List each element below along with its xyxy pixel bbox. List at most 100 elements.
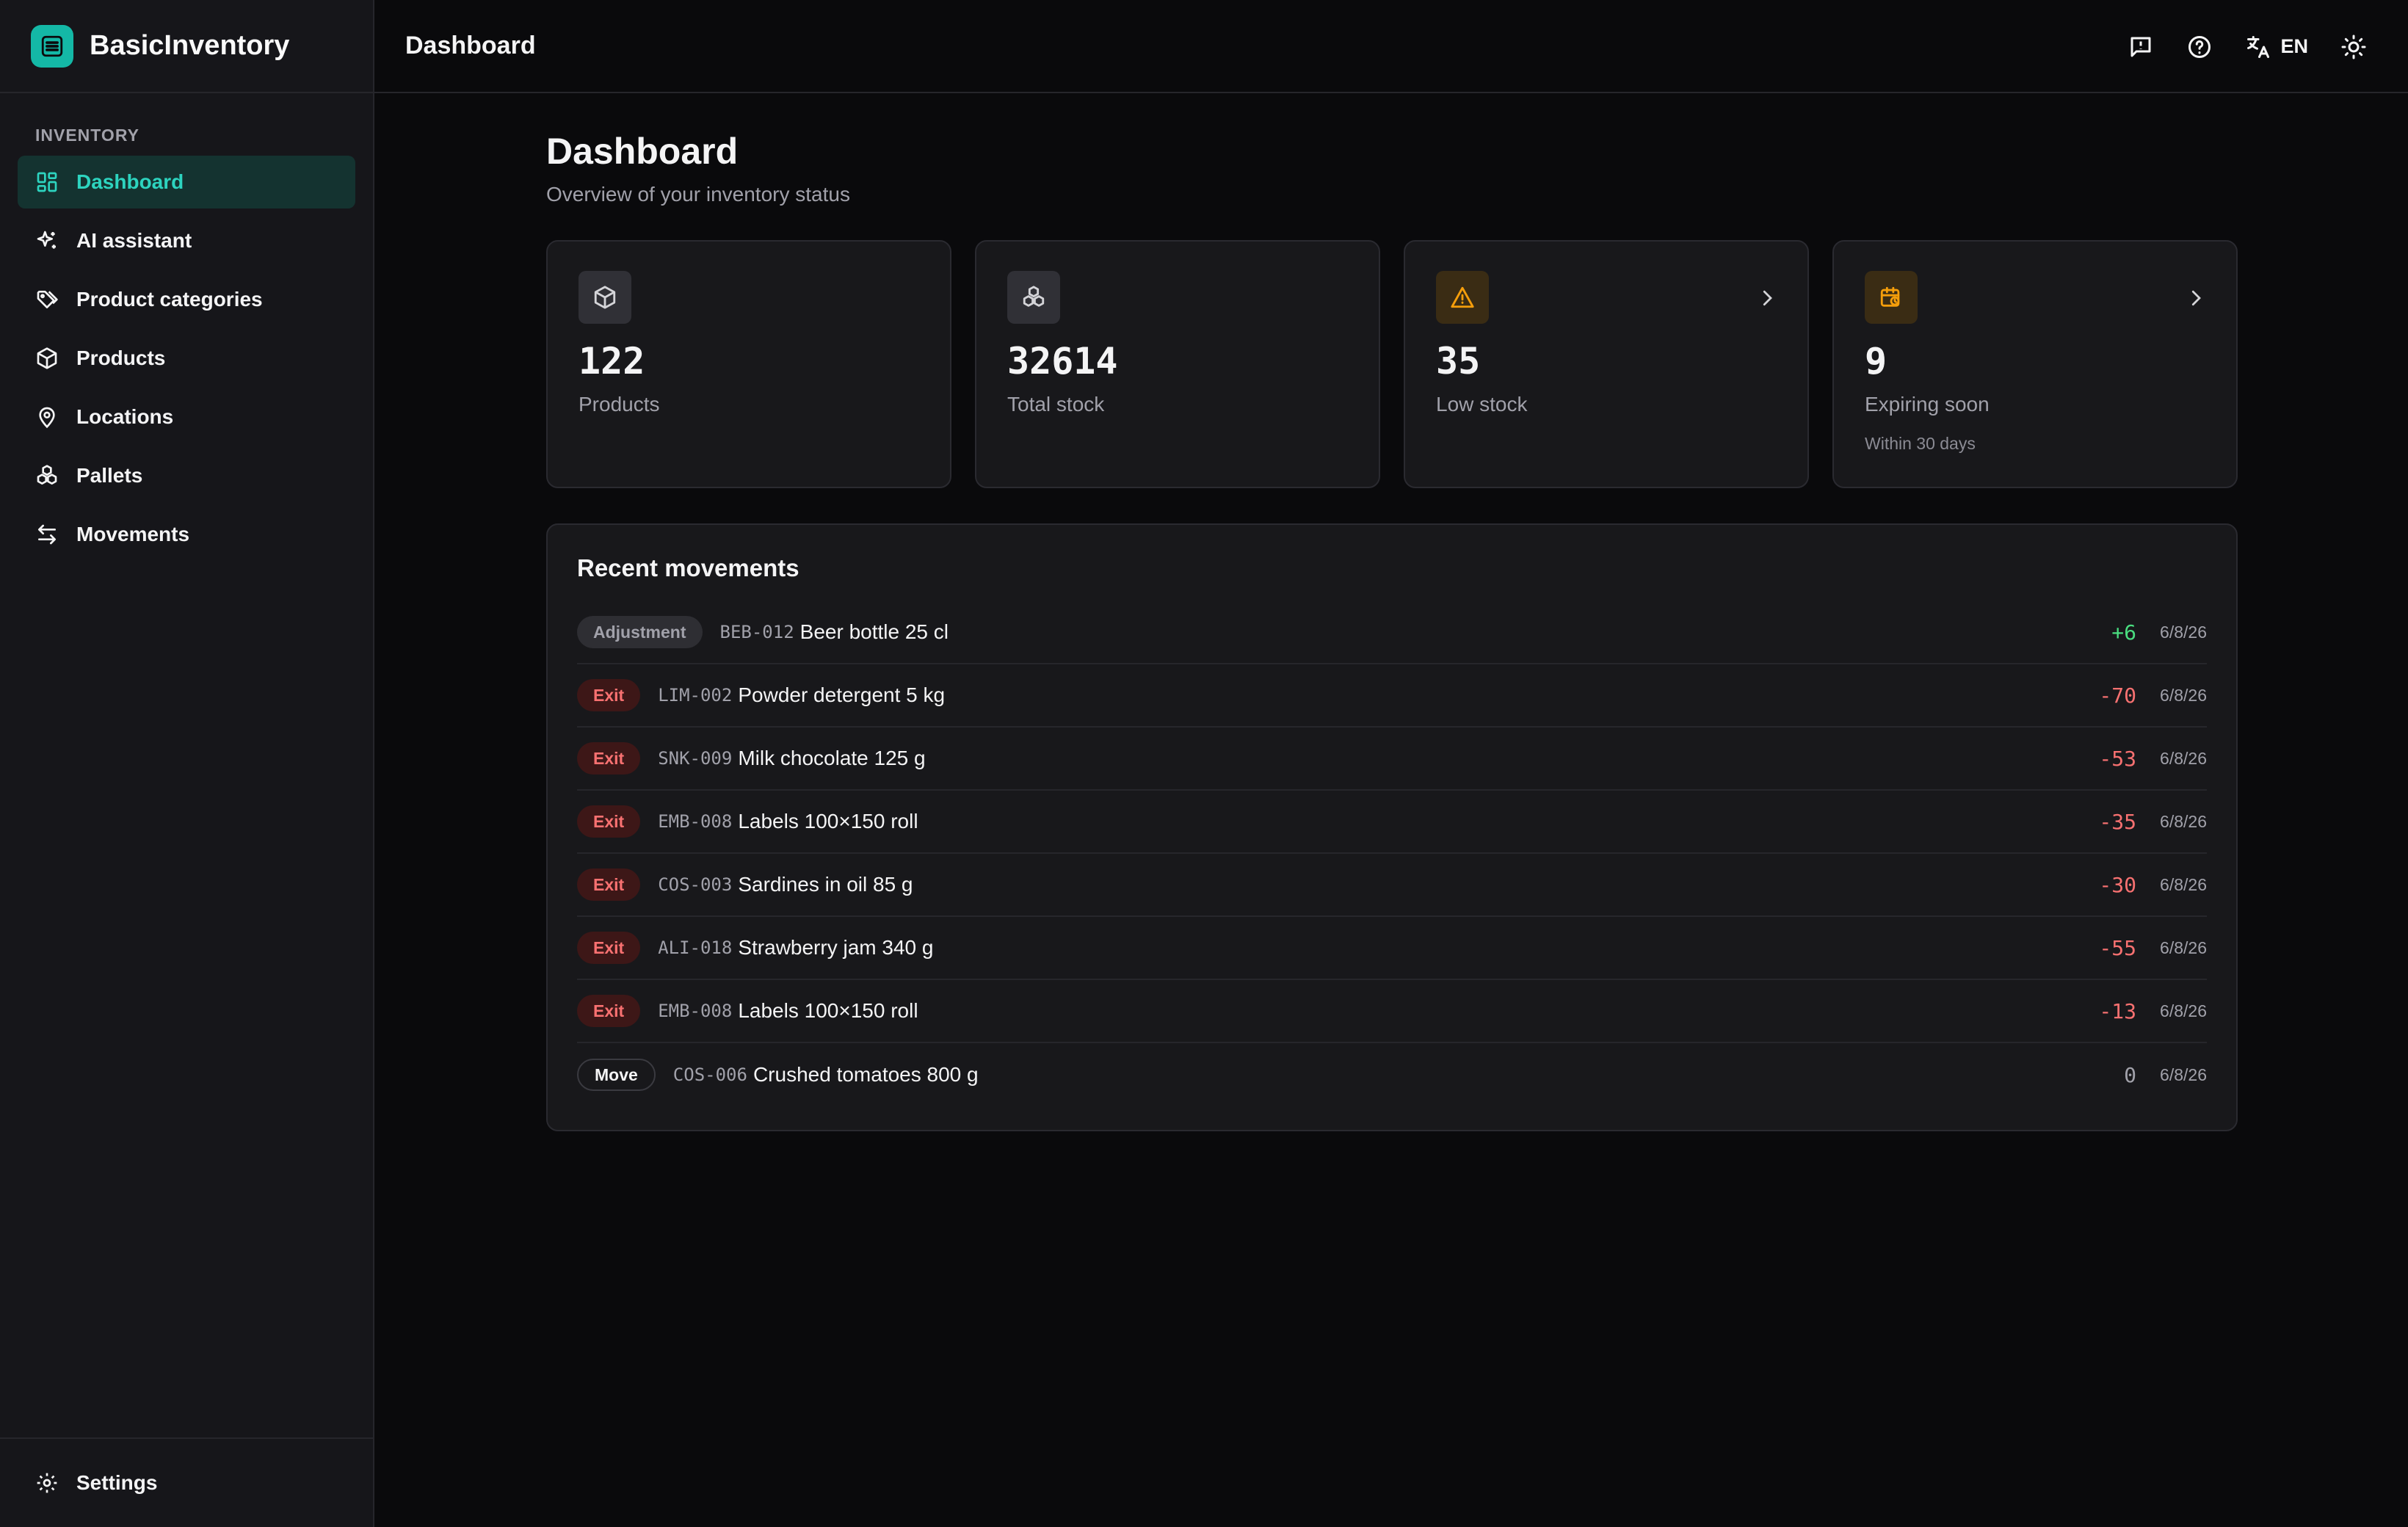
help-button[interactable] bbox=[2186, 34, 2213, 60]
movement-product: Powder detergent 5 kg bbox=[738, 683, 946, 706]
sidebar-item-label: Product categories bbox=[76, 288, 263, 311]
sidebar-item-dashboard[interactable]: Dashboard bbox=[18, 156, 355, 208]
movement-sku: LIM-002 bbox=[658, 685, 733, 706]
stat-card-expiring-soon[interactable]: 9 Expiring soon Within 30 days bbox=[1832, 240, 2238, 488]
sun-icon bbox=[2341, 35, 2366, 59]
movement-qty: -55 bbox=[2099, 935, 2136, 960]
map-pin-icon bbox=[39, 407, 55, 429]
stat-value: 9 bbox=[1865, 340, 1887, 382]
boxes-icon bbox=[37, 465, 57, 485]
movement-type-badge: Adjustment bbox=[577, 616, 703, 648]
stat-label: Expiring soon bbox=[1865, 393, 1990, 416]
movement-qty: 0 bbox=[2124, 1062, 2136, 1087]
movement-qty: +6 bbox=[2111, 620, 2136, 645]
sidebar-item-movements[interactable]: Movements bbox=[18, 508, 355, 561]
chevron-right-icon[interactable] bbox=[2185, 287, 2207, 309]
stat-note: Within 30 days bbox=[1865, 434, 1976, 453]
stat-card-low-stock[interactable]: 35 Low stock bbox=[1404, 240, 1809, 488]
sidebar-item-pallets[interactable]: Pallets bbox=[18, 449, 355, 502]
movement-row[interactable]: Adjustment BEB-012 Beer bottle 25 cl +6 … bbox=[577, 601, 2207, 664]
stat-label: Total stock bbox=[1007, 393, 1105, 416]
movement-product: Labels 100×150 roll bbox=[738, 999, 918, 1022]
sidebar-item-ai-assistant[interactable]: AI assistant bbox=[18, 214, 355, 267]
movement-list: Adjustment BEB-012 Beer bottle 25 cl +6 … bbox=[577, 601, 2207, 1106]
movement-type-badge: Exit bbox=[577, 868, 641, 901]
brand[interactable]: BasicInventory bbox=[0, 0, 373, 93]
chevron-right-icon[interactable] bbox=[1756, 287, 1778, 309]
movement-product: Sardines in oil 85 g bbox=[738, 873, 913, 896]
gear-icon bbox=[37, 1473, 57, 1493]
movement-sku: ALI-018 bbox=[658, 937, 733, 958]
arrows-icon bbox=[38, 524, 56, 545]
stat-card-total-stock: 32614 Total stock bbox=[975, 240, 1380, 488]
box-icon bbox=[37, 347, 57, 369]
sidebar: BasicInventory INVENTORY Dashboard AI as… bbox=[0, 0, 374, 1527]
movement-sku: EMB-008 bbox=[658, 811, 733, 832]
movement-row[interactable]: Exit COS-003 Sardines in oil 85 g -30 6/… bbox=[577, 854, 2207, 917]
sidebar-item-products[interactable]: Products bbox=[18, 332, 355, 385]
language-button[interactable]: EN bbox=[2245, 34, 2308, 60]
boxes-icon bbox=[1007, 271, 1060, 324]
movement-sku: EMB-008 bbox=[658, 1001, 733, 1021]
movement-date: 6/8/26 bbox=[2160, 748, 2207, 768]
stat-value: 32614 bbox=[1007, 340, 1118, 382]
movement-type-badge: Exit bbox=[577, 932, 641, 964]
movement-qty: -70 bbox=[2099, 683, 2136, 708]
movement-sku: COS-003 bbox=[658, 874, 733, 895]
movement-date: 6/8/26 bbox=[2160, 1001, 2207, 1020]
header-title: Dashboard bbox=[405, 32, 536, 59]
movement-sku: COS-006 bbox=[672, 1064, 747, 1085]
main-content: Dashboard Overview of your inventory sta… bbox=[546, 93, 2238, 1131]
sidebar-item-label: Pallets bbox=[76, 464, 143, 487]
calendar-clock-icon bbox=[1865, 271, 1918, 324]
movement-sku: BEB-012 bbox=[719, 622, 794, 642]
header-actions: EN bbox=[2095, 0, 2367, 93]
movement-date: 6/8/26 bbox=[2160, 1064, 2207, 1084]
movement-date: 6/8/26 bbox=[2160, 685, 2207, 705]
theme-toggle-button[interactable] bbox=[2340, 34, 2367, 60]
language-code: EN bbox=[2280, 35, 2308, 57]
sidebar-item-product-categories[interactable]: Product categories bbox=[18, 273, 355, 326]
movement-product: Milk chocolate 125 g bbox=[738, 747, 926, 769]
app-logo-icon bbox=[31, 24, 73, 68]
dashboard-icon bbox=[37, 172, 57, 192]
stat-label: Low stock bbox=[1436, 393, 1528, 416]
sidebar-item-label: Movements bbox=[76, 523, 190, 545]
movement-date: 6/8/26 bbox=[2160, 622, 2207, 642]
help-icon bbox=[2188, 35, 2211, 58]
feedback-button[interactable] bbox=[2128, 34, 2154, 60]
movement-date: 6/8/26 bbox=[2160, 811, 2207, 831]
movement-row[interactable]: Exit SNK-009 Milk chocolate 125 g -53 6/… bbox=[577, 728, 2207, 791]
recent-movements-panel: Recent movements Adjustment BEB-012 Beer… bbox=[546, 523, 2238, 1131]
movement-product: Crushed tomatoes 800 g bbox=[752, 1063, 979, 1086]
movement-row[interactable]: Move COS-006 Crushed tomatoes 800 g 0 6/… bbox=[577, 1043, 2207, 1106]
movement-qty: -53 bbox=[2099, 746, 2136, 771]
sidebar-nav: Dashboard AI assistant Product categorie… bbox=[0, 156, 373, 561]
page-subtitle: Overview of your inventory status bbox=[546, 183, 850, 206]
sidebar-item-label: AI assistant bbox=[76, 229, 192, 252]
movement-row[interactable]: Exit EMB-008 Labels 100×150 roll -13 6/8… bbox=[577, 980, 2207, 1043]
movement-date: 6/8/26 bbox=[2160, 874, 2207, 894]
sidebar-item-label: Locations bbox=[76, 405, 174, 428]
app-name: BasicInventory bbox=[90, 30, 290, 61]
movement-qty: -35 bbox=[2099, 809, 2136, 834]
sidebar-item-locations[interactable]: Locations bbox=[18, 391, 355, 443]
stat-label: Products bbox=[579, 393, 660, 416]
recent-movements-title: Recent movements bbox=[577, 554, 799, 581]
movement-qty: -30 bbox=[2099, 872, 2136, 897]
translate-icon bbox=[2247, 35, 2270, 58]
stat-value: 35 bbox=[1436, 340, 1481, 382]
movement-type-badge: Exit bbox=[577, 995, 641, 1027]
movement-product: Labels 100×150 roll bbox=[738, 810, 918, 833]
stat-cards: 122 Products 32614 Total stock 35 Low st… bbox=[546, 240, 2238, 488]
warning-icon bbox=[1436, 271, 1489, 324]
sidebar-item-settings[interactable]: Settings bbox=[0, 1437, 373, 1527]
movement-type-badge: Exit bbox=[577, 679, 641, 711]
movement-row[interactable]: Exit ALI-018 Strawberry jam 340 g -55 6/… bbox=[577, 917, 2207, 980]
movement-row[interactable]: Exit EMB-008 Labels 100×150 roll -35 6/8… bbox=[577, 791, 2207, 854]
movement-type-badge: Exit bbox=[577, 742, 641, 775]
sidebar-item-label: Dashboard bbox=[76, 170, 184, 193]
movement-row[interactable]: Exit LIM-002 Powder detergent 5 kg -70 6… bbox=[577, 664, 2207, 728]
nav-section-title: INVENTORY bbox=[35, 126, 139, 145]
movement-qty: -13 bbox=[2099, 998, 2136, 1023]
